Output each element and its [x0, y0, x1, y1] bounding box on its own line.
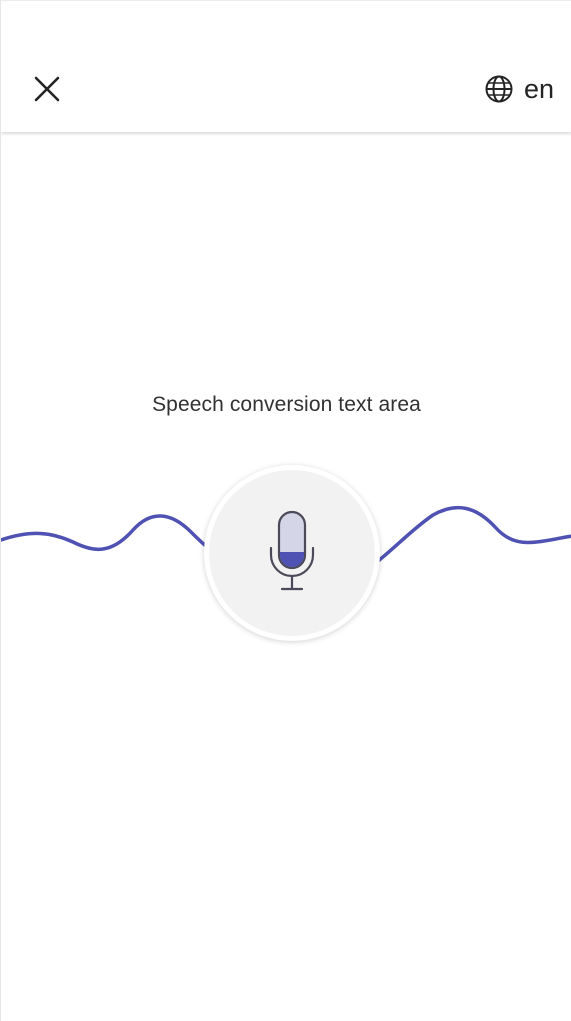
- close-button[interactable]: [23, 65, 71, 113]
- top-bar: en: [1, 0, 571, 132]
- speech-conversion-text-area: Speech conversion text area: [152, 393, 421, 416]
- microphone-button[interactable]: [204, 465, 380, 641]
- close-icon: [34, 76, 60, 102]
- speech-screen: en Speech conversion text area: [0, 0, 571, 1021]
- language-code: en: [523, 73, 554, 104]
- language-selector[interactable]: en: [484, 69, 554, 109]
- microphone-icon: [269, 510, 315, 591]
- globe-icon: [485, 75, 513, 103]
